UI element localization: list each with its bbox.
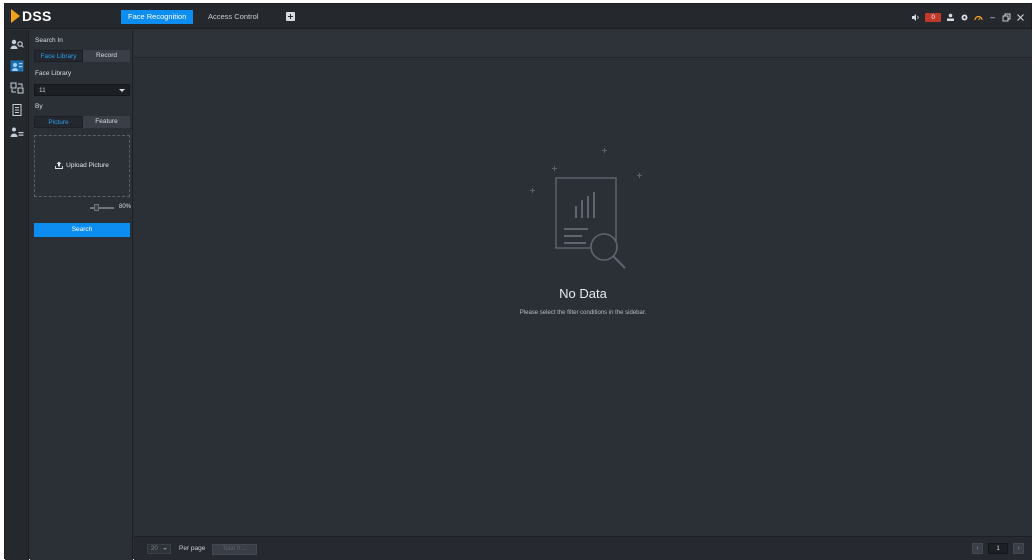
app-window: DSS Face Recognition Access Control 0 – (4, 3, 1032, 560)
face-compare-icon[interactable] (10, 82, 24, 94)
upload-icon (55, 161, 64, 169)
next-page-button[interactable]: › (1013, 543, 1024, 554)
empty-state-title: No Data (559, 286, 607, 301)
total-count: Total 0 ... (212, 544, 257, 555)
upload-picture-label: Upload Picture (66, 161, 109, 169)
search-in-record[interactable]: Record (83, 50, 130, 62)
face-library-icon[interactable] (10, 60, 24, 72)
logo-mark-icon (11, 9, 20, 23)
face-library-select[interactable]: 11 (34, 84, 130, 96)
pagination-bar: 20 Per page Total 0 ... ‹ 1 › (134, 536, 1032, 560)
gear-icon[interactable] (960, 13, 969, 22)
performance-icon[interactable] (974, 13, 983, 22)
tab-face-recognition[interactable]: Face Recognition (121, 10, 194, 24)
upload-picture-button[interactable]: Upload Picture (35, 161, 129, 169)
minimize-icon[interactable]: – (988, 12, 997, 22)
module-rail (5, 30, 29, 560)
search-in-face-library[interactable]: Face Library (34, 50, 83, 62)
page-number-input[interactable]: 1 (988, 543, 1008, 554)
results-area: No Data Please select the filter conditi… (134, 30, 1032, 560)
dss-logo: DSS (11, 7, 52, 25)
face-library-value: 11 (39, 87, 46, 94)
restore-icon[interactable] (1002, 13, 1011, 22)
per-page-select[interactable]: 20 (147, 544, 171, 554)
no-data-illustration (530, 148, 642, 269)
records-icon[interactable] (10, 104, 24, 116)
tab-access-control[interactable]: Access Control (201, 10, 265, 24)
similarity-slider[interactable] (90, 204, 114, 211)
results-toolbar (134, 30, 1032, 58)
by-picture-option[interactable]: Picture (34, 116, 83, 128)
person-config-icon[interactable] (10, 126, 24, 138)
upload-picture-area[interactable]: Upload Picture (34, 135, 130, 197)
face-library-label: Face Library (35, 70, 72, 77)
previous-page-button[interactable]: ‹ (972, 543, 983, 554)
title-bar: DSS Face Recognition Access Control 0 – (5, 4, 1031, 29)
user-icon[interactable] (946, 13, 955, 22)
close-icon[interactable] (1016, 13, 1025, 22)
empty-state-subtitle: Please select the filter conditions in t… (519, 310, 647, 316)
speaker-icon[interactable] (911, 13, 920, 22)
chevron-down-icon (119, 89, 125, 92)
add-tab-icon[interactable] (286, 12, 295, 21)
search-by-toggle: Picture Feature (34, 116, 130, 128)
search-in-label: Search In (35, 37, 63, 44)
system-tray: 0 – (911, 11, 1025, 23)
alarm-count-badge[interactable]: 0 (925, 12, 941, 22)
search-button[interactable]: Search (34, 223, 130, 237)
face-search-icon[interactable] (10, 38, 24, 50)
by-feature-option[interactable]: Feature (83, 116, 130, 128)
per-page-label: Per page (179, 545, 206, 552)
similarity-value: 80% (119, 204, 132, 210)
search-in-toggle: Face Library Record (34, 50, 130, 62)
logo-text: DSS (22, 8, 52, 24)
by-label: By (35, 103, 43, 110)
similarity-slider-thumb[interactable] (93, 204, 99, 211)
search-sidebar: Search In Face Library Record Face Libra… (30, 30, 133, 560)
pager: ‹ 1 › (972, 543, 1024, 554)
